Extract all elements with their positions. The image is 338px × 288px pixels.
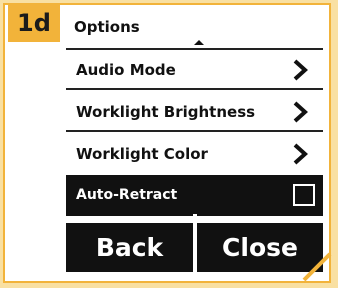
- menu-item-worklight-brightness[interactable]: Worklight Brightness: [66, 92, 323, 132]
- chevron-right-icon: [293, 143, 308, 165]
- back-button[interactable]: Back: [66, 223, 193, 272]
- options-header: Options: [66, 8, 323, 50]
- auto-retract-label: Auto-Retract: [76, 187, 178, 203]
- menu-item-label: Audio Mode: [76, 61, 176, 79]
- chevron-right-icon: [293, 101, 308, 123]
- menu-item-label: Worklight Color: [76, 145, 208, 163]
- menu-item-worklight-color[interactable]: Worklight Color: [66, 134, 323, 174]
- step-badge-label: 1d: [17, 9, 51, 37]
- row-divider: [66, 88, 323, 90]
- corner-accent-icon: [302, 252, 332, 282]
- scroll-up-icon[interactable]: [194, 40, 204, 45]
- page-title: Options: [74, 18, 140, 36]
- auto-retract-toggle-row[interactable]: Auto-Retract: [66, 175, 323, 216]
- step-badge: 1d: [8, 4, 60, 42]
- options-screen: Options Audio Mode Worklight Brightness …: [66, 8, 323, 272]
- footer-buttons: Back Close: [66, 223, 323, 272]
- menu-item-label: Worklight Brightness: [76, 103, 256, 121]
- auto-retract-checkbox[interactable]: [293, 184, 315, 206]
- menu-item-audio-mode[interactable]: Audio Mode: [66, 50, 323, 90]
- row-divider: [66, 130, 323, 132]
- chevron-right-icon: [293, 59, 308, 81]
- screenshot-frame: 1d Options Audio Mode Worklight Brightne…: [0, 0, 338, 288]
